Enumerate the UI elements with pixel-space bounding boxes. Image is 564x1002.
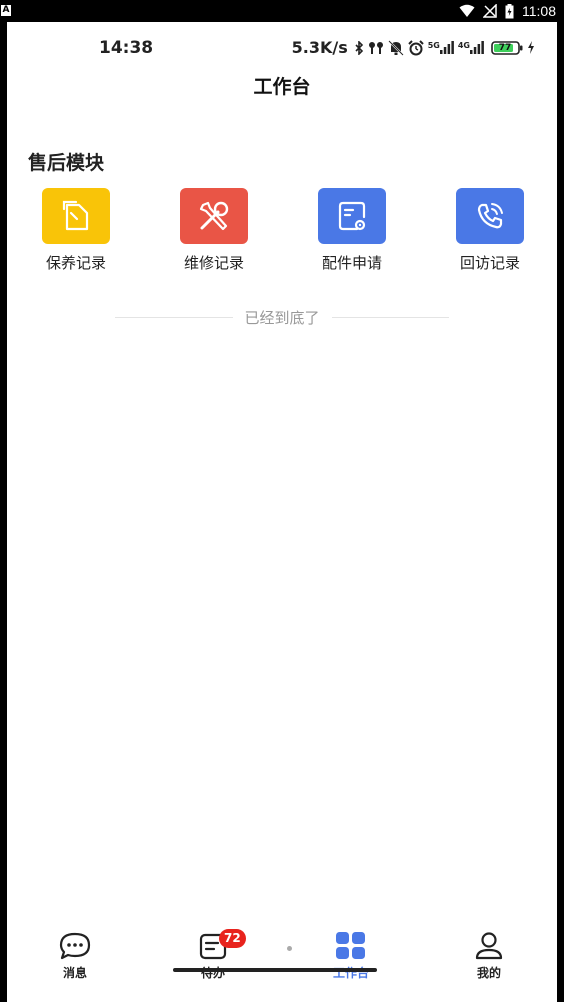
- form-gear-icon: [338, 201, 366, 231]
- module-label: 维修记录: [183, 254, 244, 272]
- module-follow-up-record[interactable]: 回访记录: [435, 188, 545, 273]
- module-tile: [318, 188, 386, 244]
- end-of-list-text: 已经到底了: [244, 308, 320, 327]
- system-status-bar: A 11:08: [0, 0, 564, 22]
- tools-icon: [199, 201, 229, 231]
- inner-status-bar: 14:38 5.3K/s 5G 4G 77: [7, 22, 557, 74]
- section-title: 售后模块: [28, 152, 105, 174]
- inner-status-icons: 5.3K/s 5G 4G 77: [292, 38, 535, 57]
- end-of-list-indicator: 已经到底了: [115, 306, 450, 328]
- phone-screen: 14:38 5.3K/s 5G 4G 77 工作台 售后模块 保养记录 维修记录…: [7, 22, 557, 1002]
- module-maintenance-record[interactable]: 保养记录: [21, 188, 131, 273]
- bottom-tab-bar: 消息 72 待办 工作台 我的: [7, 922, 557, 1002]
- divider: [331, 316, 450, 318]
- document-icon: [62, 200, 89, 231]
- module-parts-request[interactable]: 配件申请: [297, 188, 407, 273]
- divider: [115, 316, 233, 318]
- network-speed: 5.3K/s: [291, 38, 348, 57]
- module-label: 配件申请: [321, 254, 382, 272]
- bell-off-icon: [388, 39, 404, 56]
- tab-messages[interactable]: 消息: [35, 930, 115, 981]
- inner-clock: 14:38: [99, 38, 154, 58]
- tab-label: 消息: [62, 966, 87, 980]
- phone-icon: [477, 203, 503, 229]
- page-title: 工作台: [253, 76, 311, 98]
- module-repair-record[interactable]: 维修记录: [159, 188, 269, 273]
- no-signal-icon: [483, 4, 497, 18]
- todo-count-badge: 72: [219, 929, 246, 948]
- module-grid: 保养记录 维修记录 配件申请 回访记录: [7, 188, 557, 278]
- user-icon: [475, 932, 503, 960]
- tab-profile[interactable]: 我的: [449, 930, 529, 981]
- tab-label: 工作台: [332, 966, 369, 980]
- alarm-icon: [408, 39, 424, 55]
- chat-icon: [59, 932, 91, 960]
- tab-todo[interactable]: 72 待办: [173, 929, 253, 981]
- module-label: 保养记录: [45, 254, 106, 272]
- home-indicator[interactable]: [173, 968, 377, 972]
- module-tile: [42, 188, 110, 244]
- signal-4g-icon: [470, 41, 484, 54]
- network-5g: 5G: [428, 41, 454, 54]
- tab-workbench[interactable]: 工作台: [311, 930, 391, 981]
- charging-icon: [528, 41, 534, 54]
- signal-5g-icon: [439, 41, 454, 54]
- tab-label: 我的: [476, 966, 501, 980]
- module-label: 回访记录: [459, 254, 520, 272]
- module-tile: [456, 188, 524, 244]
- page-indicator-dot: [287, 946, 292, 951]
- tab-label: 待办: [200, 966, 225, 980]
- network-4g: 4G: [458, 41, 484, 54]
- battery-charging-icon: [505, 3, 514, 18]
- earbuds-icon: [368, 41, 383, 54]
- system-clock: 11:08: [522, 3, 556, 19]
- bluetooth-icon: [355, 40, 363, 55]
- wifi-icon: [459, 4, 475, 17]
- module-tile: [180, 188, 248, 244]
- grid-icon: [336, 932, 365, 959]
- system-status-icons: 11:08: [459, 2, 556, 20]
- accessibility-icon: A: [1, 5, 11, 16]
- battery-indicator: 77: [491, 40, 523, 55]
